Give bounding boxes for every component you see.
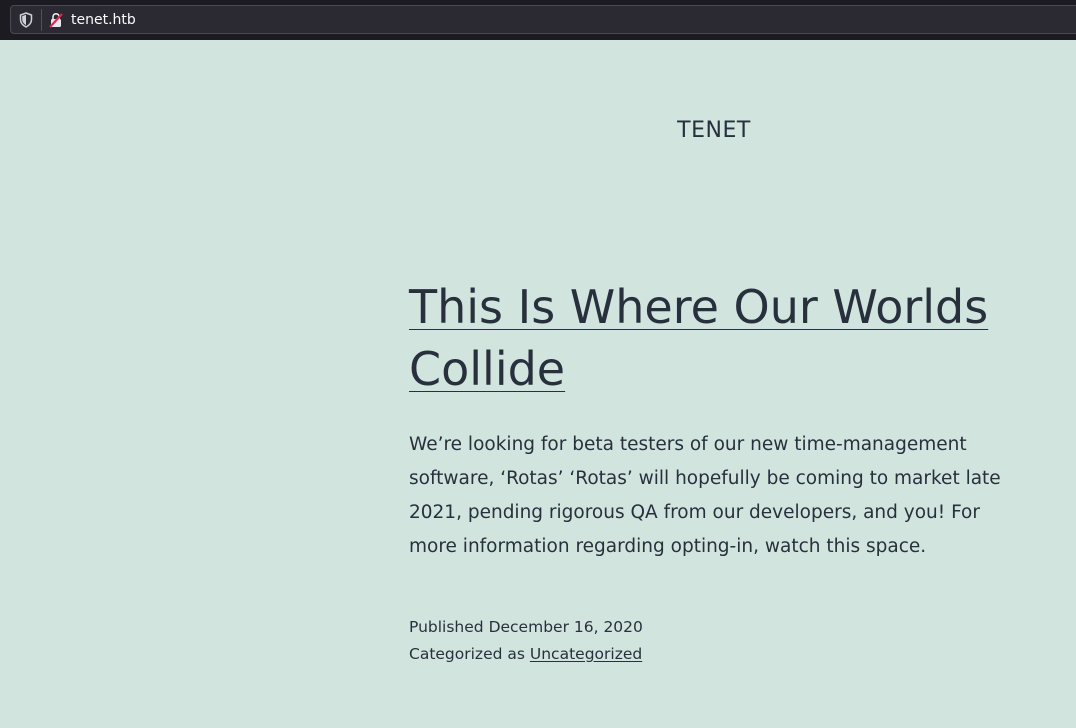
- address-bar[interactable]: tenet.htb: [10, 5, 1076, 34]
- post-title-link[interactable]: This Is Where Our Worlds Collide: [409, 280, 988, 396]
- address-bar-divider: [41, 9, 42, 31]
- published-label: Published: [409, 618, 484, 636]
- site-title[interactable]: TENET: [0, 118, 1076, 143]
- categorized-label: Categorized as: [409, 645, 525, 663]
- category-link[interactable]: Uncategorized: [530, 645, 642, 663]
- insecure-lock-icon[interactable]: [48, 12, 64, 28]
- category-meta: Categorized as Uncategorized: [409, 644, 642, 664]
- post-title: This Is Where Our Worlds Collide: [409, 276, 1029, 400]
- url-text[interactable]: tenet.htb: [71, 11, 136, 29]
- published-meta: Published December 16, 2020: [409, 617, 643, 637]
- published-date: December 16, 2020: [488, 618, 643, 636]
- browser-toolbar: tenet.htb: [0, 0, 1076, 40]
- shield-icon[interactable]: [19, 12, 33, 28]
- post-content: We’re looking for beta testers of our ne…: [409, 434, 1001, 557]
